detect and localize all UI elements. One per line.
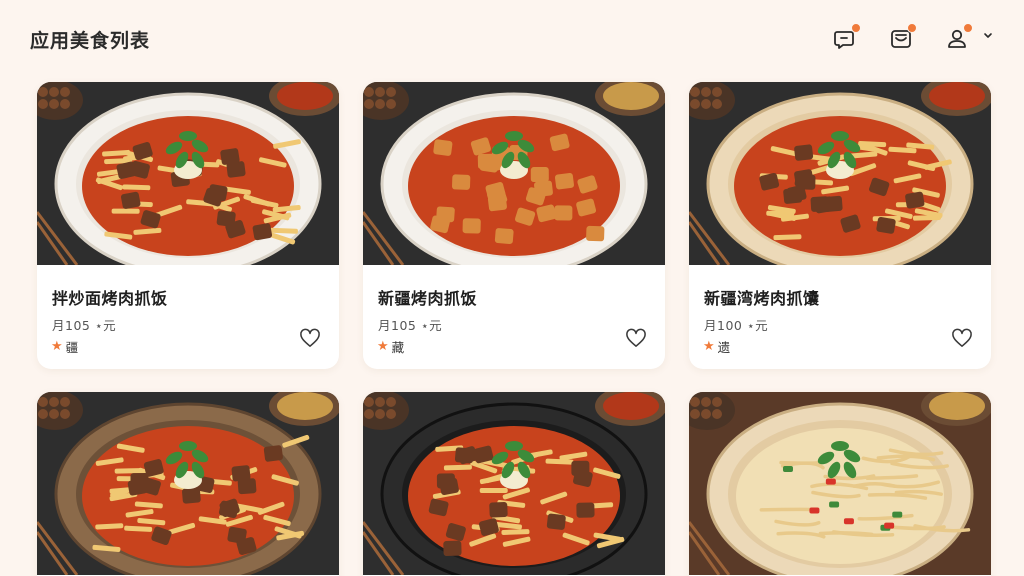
food-photo xyxy=(37,82,339,265)
notification-badge xyxy=(963,23,973,33)
dish-price: 月105 ⋆元 xyxy=(52,318,117,333)
favorite-button[interactable] xyxy=(299,327,321,349)
dish-illustration xyxy=(37,392,339,575)
inbox-button[interactable] xyxy=(888,23,917,52)
food-photo xyxy=(689,82,991,265)
favorite-button[interactable] xyxy=(951,327,973,349)
dish-price: 月105 ⋆元 xyxy=(378,318,443,333)
card-info: 新疆湾烤肉抓馕 月100 ⋆元 ★ 遗 xyxy=(689,265,991,369)
food-card[interactable]: 新疆烤肉抓饭 月105 ⋆元 ★ 藏 xyxy=(363,82,665,369)
app-header: 应用美食列表 xyxy=(0,0,1024,76)
food-card[interactable] xyxy=(689,392,991,576)
star-icon: ★ xyxy=(703,338,715,354)
notification-badge xyxy=(907,23,917,33)
dish-illustration xyxy=(689,392,991,575)
chevron-down-icon[interactable] xyxy=(982,30,994,42)
dish-illustration xyxy=(689,82,991,265)
dish-name: 新疆湾烤肉抓馕 xyxy=(704,289,820,308)
food-photo xyxy=(37,392,339,575)
rating-text: 遗 xyxy=(717,339,731,355)
food-card[interactable] xyxy=(363,392,665,576)
profile-button[interactable] xyxy=(944,23,973,52)
card-info: 新疆烤肉抓饭 月105 ⋆元 ★ 藏 xyxy=(363,265,665,369)
star-icon: ★ xyxy=(377,338,389,354)
card-info: 拌炒面烤肉抓饭 月105 ⋆元 ★ 疆 xyxy=(37,265,339,369)
heart-icon xyxy=(300,328,320,347)
rating-text: 藏 xyxy=(391,339,405,355)
rating: ★ 藏 xyxy=(377,338,405,355)
dish-name: 拌炒面烤肉抓饭 xyxy=(52,289,168,308)
heart-icon xyxy=(626,328,646,347)
food-card[interactable]: 新疆湾烤肉抓馕 月100 ⋆元 ★ 遗 xyxy=(689,82,991,369)
food-card[interactable]: 拌炒面烤肉抓饭 月105 ⋆元 ★ 疆 xyxy=(37,82,339,369)
dish-price: 月100 ⋆元 xyxy=(704,318,769,333)
heart-icon xyxy=(952,328,972,347)
dish-illustration xyxy=(37,82,339,265)
dish-name: 新疆烤肉抓饭 xyxy=(378,289,478,308)
rating: ★ 疆 xyxy=(51,338,79,355)
rating-text: 疆 xyxy=(65,339,79,355)
favorite-button[interactable] xyxy=(625,327,647,349)
rating: ★ 遗 xyxy=(703,338,731,355)
food-photo xyxy=(363,392,665,575)
star-icon: ★ xyxy=(51,338,63,354)
dish-illustration xyxy=(363,82,665,265)
page-title: 应用美食列表 xyxy=(30,30,151,52)
dish-illustration xyxy=(363,392,665,575)
message-button[interactable] xyxy=(832,23,861,52)
food-photo xyxy=(363,82,665,265)
food-card[interactable] xyxy=(37,392,339,576)
food-grid: 拌炒面烤肉抓饭 月105 ⋆元 ★ 疆 新疆烤肉抓饭 月105 ⋆元 ★ 藏 新… xyxy=(37,82,991,576)
food-photo xyxy=(689,392,991,575)
notification-badge xyxy=(851,23,861,33)
